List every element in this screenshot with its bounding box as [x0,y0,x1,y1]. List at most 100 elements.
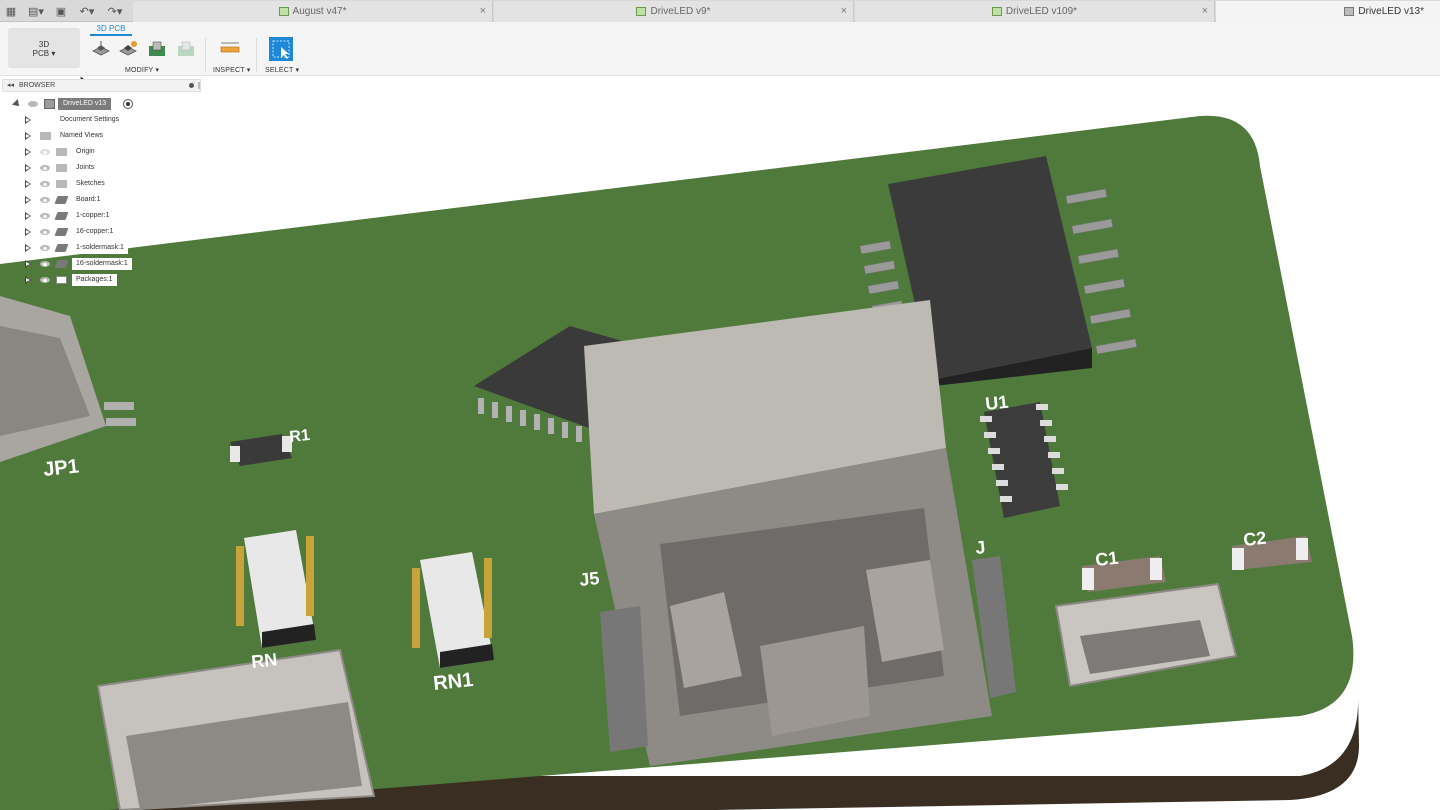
redo-icon[interactable]: ↷▾ [104,3,126,19]
expand-arrow-icon[interactable] [12,99,22,109]
app-window: ▦ ▤▾ ▣ ↶▾ ↷▾ August v47* × DriveLED v9* … [0,0,1440,810]
tab-label: August v47* [292,6,347,17]
expand-arrow-icon[interactable] [25,132,31,140]
undo-icon[interactable]: ↶▾ [76,3,98,19]
visibility-eye-icon[interactable] [40,197,50,203]
workspace-switcher-button[interactable]: 3D PCB ▾ [8,28,80,68]
browser-item-1-copper[interactable]: 1-copper:1 [0,209,200,223]
tab-driveled-v13[interactable]: DriveLED v13* [1216,1,1440,22]
visibility-eye-icon[interactable] [40,181,50,187]
browser-item-joints[interactable]: Joints [0,161,200,175]
browser-item-label: 1-copper:1 [72,210,114,222]
visibility-eye-icon[interactable] [40,213,50,219]
package-icon [56,276,67,284]
expand-arrow-icon[interactable] [25,276,31,284]
expand-arrow-icon[interactable] [25,164,31,172]
silkscreen-rn2: RN [250,649,278,672]
design-icon [991,7,1002,16]
select-icon[interactable] [268,36,294,62]
browser-item-label: Board:1 [72,194,105,206]
browser-item-label: Origin [72,146,99,158]
workspace-label: 3D [38,40,50,49]
browser-item-origin[interactable]: Origin [0,145,200,159]
toolbar-divider [256,38,257,72]
folder-icon [40,132,51,140]
expand-arrow-icon[interactable] [25,228,31,236]
close-icon[interactable]: × [1202,5,1208,17]
silkscreen-rn1: RN1 [432,669,474,695]
visibility-eye-icon[interactable] [40,229,50,235]
expand-arrow-icon[interactable] [25,212,31,220]
tab-driveled-v9[interactable]: DriveLED v9* × [494,1,854,22]
silkscreen-j: J [974,537,986,558]
browser-item-1-soldermask[interactable]: 1-soldermask:1 [0,241,200,255]
browser-title: BROWSER [19,82,56,89]
silkscreen-c2: C2 [1242,528,1267,550]
silkscreen-u1: U1 [984,392,1009,414]
browser-item-label: Document Settings [56,114,124,126]
panel-grip-icon[interactable] [198,82,200,89]
browser-item-16-copper[interactable]: 16-copper:1 [0,225,200,239]
workspace-label: PCB [32,49,50,58]
expand-arrow-icon[interactable] [25,244,31,252]
close-icon[interactable]: × [480,5,486,17]
browser-item-document-settings[interactable]: Document Settings [0,113,200,127]
browser-item-packages[interactable]: Packages:1 [0,273,200,287]
modify-menu[interactable]: MODIFY ▾ [125,66,159,74]
activate-radio-icon[interactable] [123,99,133,109]
push-to-board-icon[interactable] [91,40,111,58]
expand-arrow-icon[interactable] [25,180,31,188]
layer-icon [54,244,69,252]
workspace-tab-3d-pcb[interactable]: 3D PCB [90,24,132,36]
silkscreen-jp1: JP1 [42,455,80,481]
expand-arrow-icon[interactable] [25,148,31,156]
inspect-menu[interactable]: INSPECT ▾ [213,66,250,74]
browser-root-item[interactable]: DriveLED v13 [0,97,200,111]
visibility-eye-icon[interactable] [40,277,50,283]
close-icon[interactable]: × [841,5,847,17]
visibility-eye-icon[interactable] [40,261,50,267]
tab-august[interactable]: August v47* × [133,1,493,22]
file-menu-icon[interactable]: ▤▾ [26,3,46,19]
browser-item-label: 1-soldermask:1 [72,242,128,254]
toolbar-divider [205,38,206,72]
expand-arrow-icon[interactable] [25,116,31,124]
silkscreen-j5: J5 [578,568,600,590]
design-icon [1344,7,1355,16]
layer-icon [54,212,69,220]
grid-menu-icon[interactable]: ▦ [4,3,18,19]
browser-item-named-views[interactable]: Named Views [0,129,200,143]
browser-item-label: Sketches [72,178,109,190]
browser-item-sketches[interactable]: Sketches [0,177,200,191]
select-menu[interactable]: SELECT ▾ [265,66,299,74]
expand-arrow-icon[interactable] [25,196,31,204]
collapse-icon[interactable]: ◂◂ [7,81,14,89]
expand-arrow-icon[interactable] [25,260,31,268]
component-disabled-icon [178,41,194,56]
folder-icon [56,164,67,172]
browser-panel-header: ◂◂ BROWSER [2,79,201,92]
tab-driveled-v109[interactable]: DriveLED v109* × [855,1,1215,22]
save-icon[interactable]: ▣ [54,3,68,19]
visibility-eye-icon[interactable] [40,165,50,171]
design-icon [278,7,289,16]
browser-item-label: Named Views [56,130,108,142]
visibility-eye-icon[interactable] [28,101,38,107]
component-icon [44,99,55,109]
layer-icon [54,228,69,236]
tab-bar: ▦ ▤▾ ▣ ↶▾ ↷▾ August v47* × DriveLED v9* … [0,0,1440,22]
browser-item-label: Packages:1 [72,274,117,286]
3d-viewport[interactable]: JP1 RN1 RN U1 J5 C1 C2 R1 J [0,76,1440,810]
measure-icon[interactable] [220,40,240,58]
visibility-eye-icon[interactable] [40,245,50,251]
pin-icon[interactable] [189,83,194,88]
visibility-eye-icon[interactable] [40,149,50,155]
tab-label: DriveLED v9* [650,6,711,17]
browser-item-label: 16-copper:1 [72,226,118,238]
pull-from-board-icon[interactable] [118,40,138,58]
component-icon[interactable] [147,40,167,58]
silkscreen-c1: C1 [1094,548,1119,570]
browser-item-board[interactable]: Board:1 [0,193,200,207]
browser-root-label: DriveLED v13 [58,98,112,110]
browser-item-16-soldermask[interactable]: 16-soldermask:1 [0,257,200,271]
